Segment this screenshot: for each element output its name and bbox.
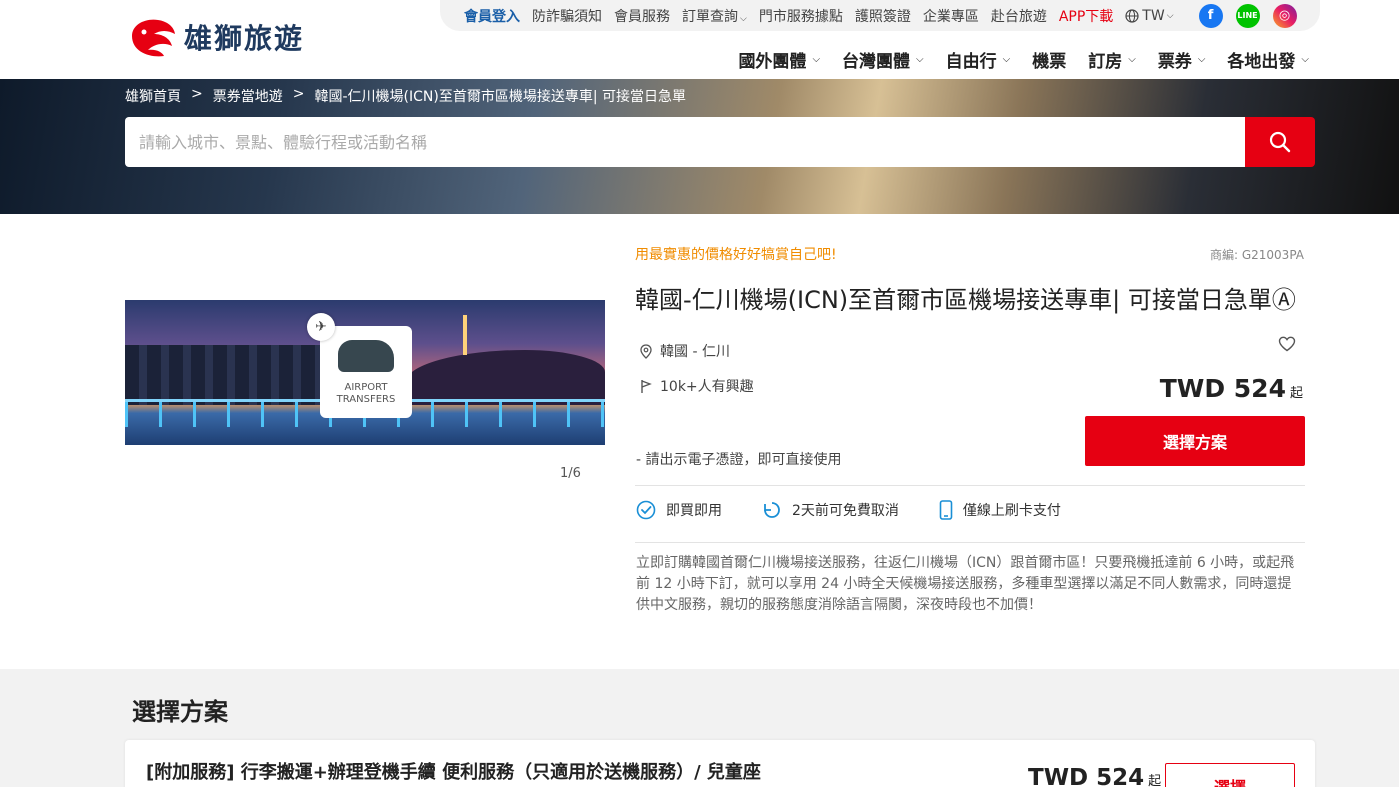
nav-departures[interactable]: 各地出發 ⌵ [1227,47,1309,72]
chevron-down-icon: ⌵ [1166,10,1174,21]
enterprise-link[interactable]: 企業專區 [923,6,979,26]
feature-text: 即買即用 [666,503,722,519]
store-locations-link[interactable]: 門市服務據點 [759,6,843,26]
nav-label: 訂房 [1088,52,1123,72]
chevron-down-icon: ⌵ [812,54,821,65]
feature-text: 2天前可免費取消 [792,503,899,519]
check-circle-icon [636,500,656,520]
interest-count: 10k+人有興趣 [640,376,754,396]
anti-fraud-link[interactable]: 防詐騙須知 [532,6,602,26]
order-query-label: 訂單查詢 [682,8,738,25]
tower-silhouette [463,315,467,355]
nav-label: 各地出發 [1227,52,1296,72]
search-bar [125,117,1315,167]
product-features: 即買即用 2天前可免費取消 僅線上刷卡支付 [636,500,1101,520]
hill-silhouette [405,350,605,405]
plan-price-value: TWD 524 [1028,765,1145,787]
nav-label: 機票 [1032,52,1067,72]
nav-label: 台灣團體 [842,52,911,72]
location-pin-icon [640,343,652,359]
instagram-icon[interactable]: ◎ [1272,3,1297,28]
line-icon[interactable]: LINE [1235,3,1260,28]
nav-label: 自由行 [945,52,997,72]
globe-icon [1125,8,1139,23]
chevron-down-icon: ⌵ [1128,54,1136,65]
select-plan-button[interactable]: 選擇方案 [1085,416,1305,466]
feature-free-cancel: 2天前可免費取消 [762,500,899,520]
passport-visa-link[interactable]: 護照簽證 [855,6,911,26]
nav-overseas-tours[interactable]: 國外團體 ⌵ [738,47,820,72]
chevron-down-icon: ⌵ [1301,54,1309,65]
refresh-cancel-icon [764,502,780,518]
search-input[interactable] [125,117,1245,167]
chevron-down-icon: ⌵ [1002,54,1011,65]
product-image-gallery[interactable]: AIRPORT TRANSFERS ✈ [125,300,605,445]
order-query-menu[interactable]: 訂單查詢 ⌵ [682,6,747,26]
chevron-down-icon: ⌵ [916,54,924,65]
van-icon [338,340,394,372]
search-button[interactable] [1245,117,1315,167]
nav-hotels[interactable]: 訂房 ⌵ [1088,47,1136,72]
interest-text: 10k+人有興趣 [660,379,754,395]
main-nav: 國外團體 ⌵ 台灣團體 ⌵ 自由行 ⌵ 機票 訂房 ⌵ 票券 ⌵ 各地出發 ⌵ [716,47,1309,72]
heart-icon [1278,336,1296,352]
breadcrumb-tickets[interactable]: 票券當地遊 [213,86,283,106]
flag-icon [641,379,652,393]
facebook-icon[interactable]: f [1198,3,1223,28]
nav-taiwan-tours[interactable]: 台灣團體 ⌵ [842,47,924,72]
city-skyline [125,345,325,405]
utility-bar: 會員登入 防詐騙須知 會員服務 訂單查詢 ⌵ 門市服務據點 護照簽證 企業專區 赴… [440,0,1320,31]
price-suffix: 起 [1289,386,1303,401]
inbound-travel-link[interactable]: 赴台旅遊 [991,6,1047,26]
breadcrumb-separator: > [191,86,203,102]
site-header: 雄獅旅遊 會員登入 防詐騙須知 會員服務 訂單查詢 ⌵ 門市服務據點 護照簽證 企… [0,0,1399,79]
product-code: 商編: G21003PA [1209,248,1304,262]
nav-label: 票券 [1157,52,1192,72]
product-title: 韓國-仁川機場(ICN)至首爾市區機場接送專車| 可接當日急單Ⓐ [635,286,1296,314]
location-text: 韓國 - 仁川 [660,344,730,360]
gallery-counter: 1/6 [560,466,581,481]
badge-text-line: TRANSFERS [336,394,396,405]
breadcrumb-current: 韓國-仁川機場(ICN)至首爾市區機場接送專車| 可接當日急單 [314,89,686,105]
promo-tagline: 用最實惠的價格好好犒賞自己吧! [635,247,837,263]
nav-label: 國外團體 [738,52,807,72]
nav-tickets[interactable]: 票券 ⌵ [1158,47,1206,72]
plan-price: TWD 524 起 [1028,765,1161,787]
region-selector[interactable]: TW ⌵ [1125,7,1174,24]
app-download-link[interactable]: APP下載 [1059,6,1113,26]
feature-online-payment: 僅線上刷卡支付 [939,500,1061,520]
product-price: TWD 524 起 [1160,374,1303,403]
chevron-down-icon: ⌵ [1197,54,1206,65]
nav-independent-travel[interactable]: 自由行 ⌵ [946,47,1011,72]
voucher-note: - 請出示電子憑證，即可直接使用 [636,452,842,468]
nav-flights[interactable]: 機票 [1032,47,1066,72]
divider [635,485,1305,486]
plan-select-button[interactable]: 選擇 [1165,763,1295,787]
badge-text-line: AIRPORT [344,382,388,393]
breadcrumb: 雄獅首頁 > 票券當地遊 > 韓國-仁川機場(ICN)至首爾市區機場接送專車| … [125,86,686,106]
plans-title: 選擇方案 [132,698,228,726]
plan-price-suffix: 起 [1148,774,1162,787]
breadcrumb-separator: > [292,86,305,102]
lion-logo-icon [132,19,175,57]
member-service-link[interactable]: 會員服務 [614,6,670,26]
brand-logo[interactable]: 雄獅旅遊 [128,16,304,58]
search-icon [1269,131,1291,153]
region-label: TW [1142,7,1165,24]
feature-instant-use: 即買即用 [636,500,722,520]
divider [635,542,1305,543]
price-value: TWD 524 [1159,374,1286,403]
airplane-icon: ✈ [307,313,335,341]
airport-transfer-badge: AIRPORT TRANSFERS [320,326,412,418]
plan-name: [附加服務] 行李搬運+辦理登機手續 便利服務（只適用於送機服務）/ 兒童座 [146,762,761,783]
chevron-down-icon: ⌵ [740,13,747,24]
breadcrumb-home[interactable]: 雄獅首頁 [125,86,181,106]
product-location: 韓國 - 仁川 [640,341,730,361]
feature-text: 僅線上刷卡支付 [962,503,1061,519]
member-login-link[interactable]: 會員登入 [464,6,520,26]
product-description: 立即訂購韓國首爾仁川機場接送服務，往返仁川機場（ICN）跟首爾市區！只要飛機抵達… [636,555,1295,613]
brand-name: 雄獅旅遊 [184,22,305,55]
mobile-phone-icon [939,500,953,520]
favorite-button[interactable] [1278,336,1296,356]
